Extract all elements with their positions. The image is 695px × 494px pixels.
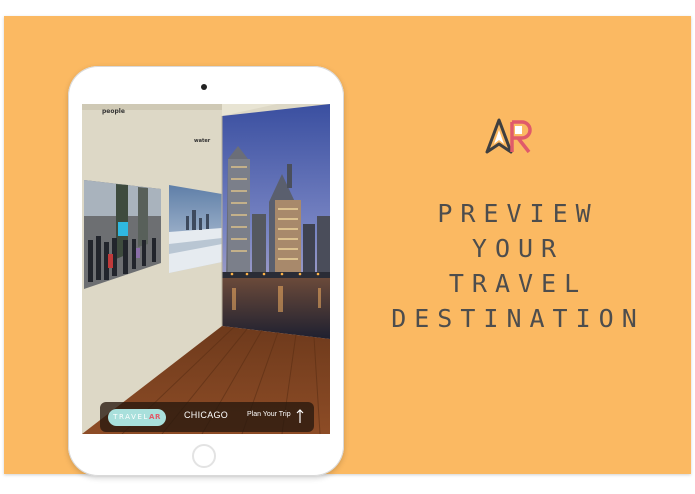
wall-label: people — [102, 108, 125, 115]
photo-snowy-skyline[interactable] — [169, 185, 222, 273]
plan-trip-button[interactable]: Plan Your Trip — [247, 411, 291, 418]
headline-line: PREVIEW — [437, 199, 599, 228]
city-selector[interactable]: CHICAGO — [184, 410, 228, 420]
ipad-device: people water TRAVELAR CHICAGO Plan Your … — [68, 66, 344, 476]
headline-line: YOUR — [471, 234, 565, 263]
headline-line: DESTINATION — [391, 304, 645, 333]
front-camera — [201, 84, 207, 90]
travel-ar-button[interactable]: TRAVELAR — [108, 409, 166, 426]
brand-prefix: TRAVEL — [113, 413, 150, 421]
brand-mark: AR — [149, 413, 161, 421]
arrow-up-icon[interactable] — [296, 408, 304, 424]
ar-toolbar: TRAVELAR CHICAGO Plan Your Trip — [100, 402, 314, 432]
photo-chicago-skyline[interactable] — [222, 104, 330, 339]
ar-room-scene: people water — [82, 104, 330, 434]
home-button[interactable] — [192, 444, 216, 468]
headline-line: TRAVEL — [448, 269, 588, 298]
ar-logo-icon — [485, 118, 532, 154]
wall-label: water — [194, 138, 211, 144]
headline: PREVIEW YOUR TRAVEL DESTINATION — [383, 196, 645, 336]
ar-screen[interactable]: people water TRAVELAR CHICAGO Plan Your … — [82, 104, 330, 434]
